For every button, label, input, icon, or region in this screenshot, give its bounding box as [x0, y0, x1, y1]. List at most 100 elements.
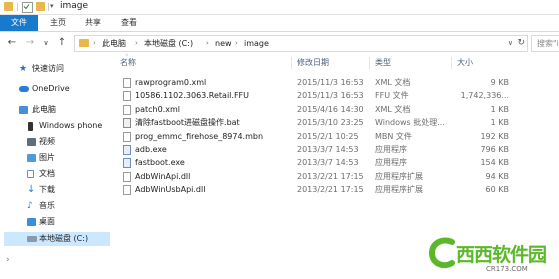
file-modified-date: 2013/2/21 17:15 [297, 171, 364, 181]
file-row[interactable]: 清除fastboot进磁盘操作.bat 2015/3/10 23:25 Window… [113, 116, 559, 129]
file-exe-icon [123, 158, 131, 169]
watermark-subtext: CR173.COM [486, 265, 528, 273]
address-bar[interactable]: › 此电脑 › 本地磁盘 (C:) › new › image ∨ ↻ [74, 35, 528, 52]
file-name[interactable]: prog_emmc_firehose_8974.mbn [135, 130, 263, 143]
column-divider[interactable] [369, 57, 370, 69]
nav-item-this-pc[interactable]: 此电脑 [0, 103, 112, 117]
file-bat-icon [123, 118, 131, 129]
file-row[interactable]: AdbWinUsbApi.dll 2013/2/21 17:15 应用程序扩展 60 … [113, 183, 559, 196]
file-modified-date: 2015/3/10 23:25 [297, 118, 364, 128]
file-size: 1 KB [490, 104, 509, 114]
file-row[interactable]: adb.exe 2013/3/7 14:53 应用程序 796 KB [113, 143, 559, 156]
divider [17, 3, 18, 11]
title-bar: ▾ image [0, 0, 559, 15]
file-name[interactable]: patch0.xml [135, 103, 180, 116]
chevron-right-icon[interactable]: › [93, 37, 96, 50]
file-modified-date: 2015/11/3 16:53 [297, 78, 364, 87]
phone-icon [28, 122, 33, 131]
back-arrow-icon[interactable]: ← [6, 37, 18, 49]
chevron-right-icon[interactable]: › [135, 37, 138, 50]
tab-home[interactable]: 主页 [50, 15, 66, 31]
file-modified-date: 2013/3/7 14:53 [297, 158, 359, 168]
chevron-right-icon[interactable]: › [235, 37, 238, 50]
nav-item-pictures[interactable]: 图片 [0, 151, 112, 165]
nav-item-documents[interactable]: 文档 [0, 167, 112, 181]
column-divider[interactable] [451, 57, 452, 69]
file-type: 应用程序扩展 [375, 171, 423, 181]
breadcrumb-new[interactable]: new [215, 37, 232, 50]
breadcrumb-local-disk[interactable]: 本地磁盘 (C:) [144, 37, 193, 50]
file-size: 60 KB [485, 185, 509, 195]
folder-icon [4, 2, 13, 11]
refresh-icon[interactable]: ↻ [517, 37, 525, 50]
watermark-logo-icon [428, 237, 455, 269]
tab-share[interactable]: 共享 [85, 15, 101, 31]
file-row[interactable]: fastboot.exe 2013/3/7 14:53 应用程序 154 KB [113, 156, 559, 169]
tab-view[interactable]: 查看 [121, 15, 137, 31]
file-row[interactable]: 10586.1102.3063.Retail.FFU 2015/11/3 16:5… [113, 89, 559, 102]
picture-icon [27, 154, 36, 162]
ribbon: 文件 主页 共享 查看 [0, 15, 559, 32]
column-divider[interactable] [291, 57, 292, 69]
file-type: 应用程序 [375, 158, 407, 168]
nav-item-onedrive[interactable]: OneDrive [0, 82, 112, 96]
recent-locations-chevron-icon[interactable]: ∨ [40, 37, 52, 49]
file-row[interactable]: patch0.xml 2015/4/16 14:30 XML 文档 1 KB [113, 103, 559, 116]
up-arrow-icon[interactable]: ↑ [56, 37, 68, 49]
star-icon: ★ [19, 64, 28, 74]
nav-item-downloads[interactable]: ↓ 下载 [0, 183, 112, 197]
file-name[interactable]: AdbWinApi.dll [135, 170, 190, 183]
file-name[interactable]: AdbWinUsbApi.dll [135, 183, 205, 196]
file-name[interactable]: rawprogram0.xml [135, 76, 206, 89]
file-xml-icon [123, 104, 131, 115]
nav-item-label: 此电脑 [32, 105, 56, 114]
nav-item-label: Windows phone [39, 121, 103, 130]
file-size: 154 KB [480, 158, 509, 168]
file-modified-date: 2015/11/3 16:53 [297, 91, 364, 101]
nav-item-local-disk[interactable]: 本地磁盘 (C:) [4, 232, 110, 246]
column-header-name[interactable]: 名称 [120, 57, 136, 69]
watermark: 西西软件园 CR173.COM [428, 236, 559, 279]
nav-item-label: OneDrive [32, 84, 70, 93]
file-mbn-icon [123, 131, 131, 142]
search-box[interactable]: 搜索"image" [531, 35, 559, 52]
cloud-icon [19, 86, 29, 92]
file-ffu-icon [123, 91, 131, 102]
file-name[interactable]: fastboot.exe [135, 156, 185, 169]
column-header-type[interactable]: 类型 [375, 57, 391, 69]
file-name[interactable]: 清除fastboot进磁盘操作.bat [135, 116, 240, 129]
file-xml-icon [123, 78, 131, 88]
file-type: MBN 文件 [375, 131, 412, 141]
navigation-pane: ★ 快速访问 OneDrive 此电脑 Windows phone 视频 图片 … [0, 55, 112, 279]
nav-item-quick-access[interactable]: ★ 快速访问 [0, 62, 112, 76]
search-input[interactable]: 搜索"image" [537, 37, 559, 50]
file-row[interactable]: rawprogram0.xml 2015/11/3 16:53 XML 文档 9 KB [113, 76, 559, 89]
new-folder-icon[interactable] [36, 2, 45, 11]
navigation-bar: ← → ∨ ↑ › 此电脑 › 本地磁盘 (C:) › new › image … [0, 32, 559, 54]
nav-item-windows-phone[interactable]: Windows phone [0, 119, 112, 133]
nav-item-label: 音乐 [39, 201, 55, 210]
divider [48, 3, 49, 11]
file-size: 192 KB [480, 131, 509, 141]
expand-chevron-icon[interactable]: › [6, 253, 26, 267]
properties-icon[interactable] [22, 2, 33, 13]
nav-item-label: 视频 [39, 137, 55, 146]
column-header-size[interactable]: 大小 [457, 57, 473, 69]
tab-file[interactable]: 文件 [0, 15, 38, 31]
nav-item-music[interactable]: ♪ 音乐 [0, 199, 112, 213]
customize-toolbar-icon[interactable]: ▾ [50, 2, 59, 11]
file-exe-icon [123, 145, 131, 155]
breadcrumb-image[interactable]: image [244, 37, 269, 50]
file-name[interactable]: adb.exe [135, 143, 167, 156]
nav-item-desktop[interactable]: 桌面 [0, 215, 112, 229]
nav-item-videos[interactable]: 视频 [0, 135, 112, 149]
address-history-chevron-icon[interactable]: ∨ [508, 37, 513, 50]
file-row[interactable]: prog_emmc_firehose_8974.mbn 2015/2/1 10:2… [113, 130, 559, 143]
nav-item-label: 下载 [39, 185, 55, 194]
forward-arrow-icon[interactable]: → [24, 37, 36, 49]
chevron-right-icon[interactable]: › [206, 37, 209, 50]
file-row[interactable]: AdbWinApi.dll 2013/2/21 17:15 应用程序扩展 94 KB [113, 170, 559, 183]
breadcrumb-this-pc[interactable]: 此电脑 [102, 37, 126, 50]
file-name[interactable]: 10586.1102.3063.Retail.FFU [135, 89, 249, 102]
column-header-date[interactable]: 修改日期 [297, 57, 329, 69]
